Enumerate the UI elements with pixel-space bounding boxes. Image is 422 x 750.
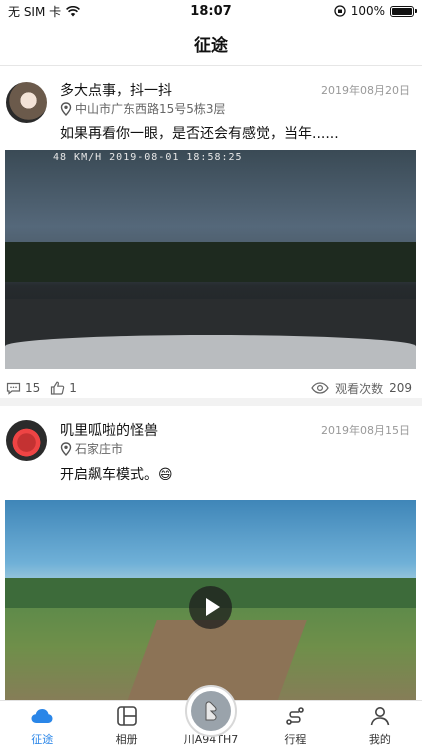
- status-bar: 无 SIM 卡 18:07 100%: [0, 0, 422, 22]
- feed-post[interactable]: 多大点事，抖一抖 2019年08月20日 中山市广东西路15号5栋3层 如果再看…: [0, 66, 422, 406]
- post-video[interactable]: [5, 500, 416, 700]
- location-pin-icon: [60, 101, 72, 116]
- tab-journey[interactable]: 征途: [0, 701, 84, 750]
- video-trees: [5, 242, 416, 282]
- views-count: 209: [389, 381, 412, 395]
- post-location: 中山市广东西路15号5栋3层: [60, 100, 226, 117]
- vehicle-badge[interactable]: [185, 685, 238, 737]
- post-location-text: 石家庄市: [75, 442, 124, 456]
- video-overlay-text: 48 KM/H 2019-08-01 18:58:25: [53, 152, 243, 163]
- likes-count: 1: [69, 381, 77, 395]
- post-text[interactable]: 开启飙车模式。😄: [60, 464, 410, 484]
- orientation-lock-icon: [334, 5, 346, 17]
- comments-count: 15: [25, 381, 41, 395]
- comment-icon: [6, 382, 21, 395]
- tab-bar: 征途 相册 川A94TH7 行程 我的: [0, 685, 422, 750]
- tab-label: 行程: [284, 733, 307, 746]
- video-dashboard: [5, 335, 416, 369]
- tab-label: 相册: [115, 733, 138, 746]
- tab-trips[interactable]: 行程: [253, 701, 337, 750]
- post-date: 2019年08月15日: [321, 424, 410, 437]
- feed[interactable]: 多大点事，抖一抖 2019年08月20日 中山市广东西路15号5栋3层 如果再看…: [0, 66, 422, 700]
- views-stat: 观看次数 209: [311, 380, 412, 397]
- cloud-icon: [31, 709, 53, 723]
- post-location-text: 中山市广东西路15号5栋3层: [75, 102, 226, 116]
- post-date: 2019年08月20日: [321, 84, 410, 97]
- feed-post[interactable]: 叽里呱啦的怪兽 2019年08月15日 石家庄市 开启飙车模式。😄: [0, 406, 422, 700]
- tab-label: 征途: [31, 733, 54, 746]
- post-video[interactable]: 48 KM/H 2019-08-01 18:58:25: [5, 150, 416, 369]
- tab-album[interactable]: 相册: [84, 701, 168, 750]
- likes-stat[interactable]: 1: [50, 381, 77, 395]
- thumbs-up-icon: [51, 381, 65, 395]
- comments-stat[interactable]: 15: [6, 381, 40, 395]
- post-text[interactable]: 如果再看你一眼，是否还会有感觉，当年......: [60, 123, 410, 143]
- views-label: 观看次数: [335, 381, 384, 396]
- tab-profile[interactable]: 我的: [338, 701, 422, 750]
- tab-label: 我的: [368, 733, 391, 746]
- route-icon: [286, 707, 305, 725]
- peugeot-logo-icon: [191, 691, 232, 731]
- carrier-label: 无 SIM 卡: [8, 4, 62, 19]
- play-icon[interactable]: [189, 586, 232, 629]
- location-pin-icon: [60, 441, 72, 456]
- user-icon: [370, 707, 390, 726]
- post-stats: 15 1 观看次数 209: [0, 378, 422, 398]
- wifi-icon: [66, 5, 81, 16]
- tab-vehicle[interactable]: 川A94TH7: [169, 685, 253, 750]
- avatar[interactable]: [6, 82, 47, 123]
- page-title: 征途: [194, 36, 228, 56]
- post-username[interactable]: 叽里呱啦的怪兽: [60, 420, 158, 440]
- nav-bar: 征途: [0, 22, 422, 66]
- album-icon: [116, 706, 137, 726]
- avatar[interactable]: [6, 420, 47, 461]
- eye-icon: [311, 382, 329, 394]
- status-left: 无 SIM 卡: [8, 3, 81, 20]
- post-location: 石家庄市: [60, 440, 123, 457]
- battery-label: 100%: [350, 4, 385, 18]
- post-username[interactable]: 多大点事，抖一抖: [60, 80, 172, 100]
- battery-icon: [390, 5, 417, 17]
- status-right: 100%: [334, 4, 417, 18]
